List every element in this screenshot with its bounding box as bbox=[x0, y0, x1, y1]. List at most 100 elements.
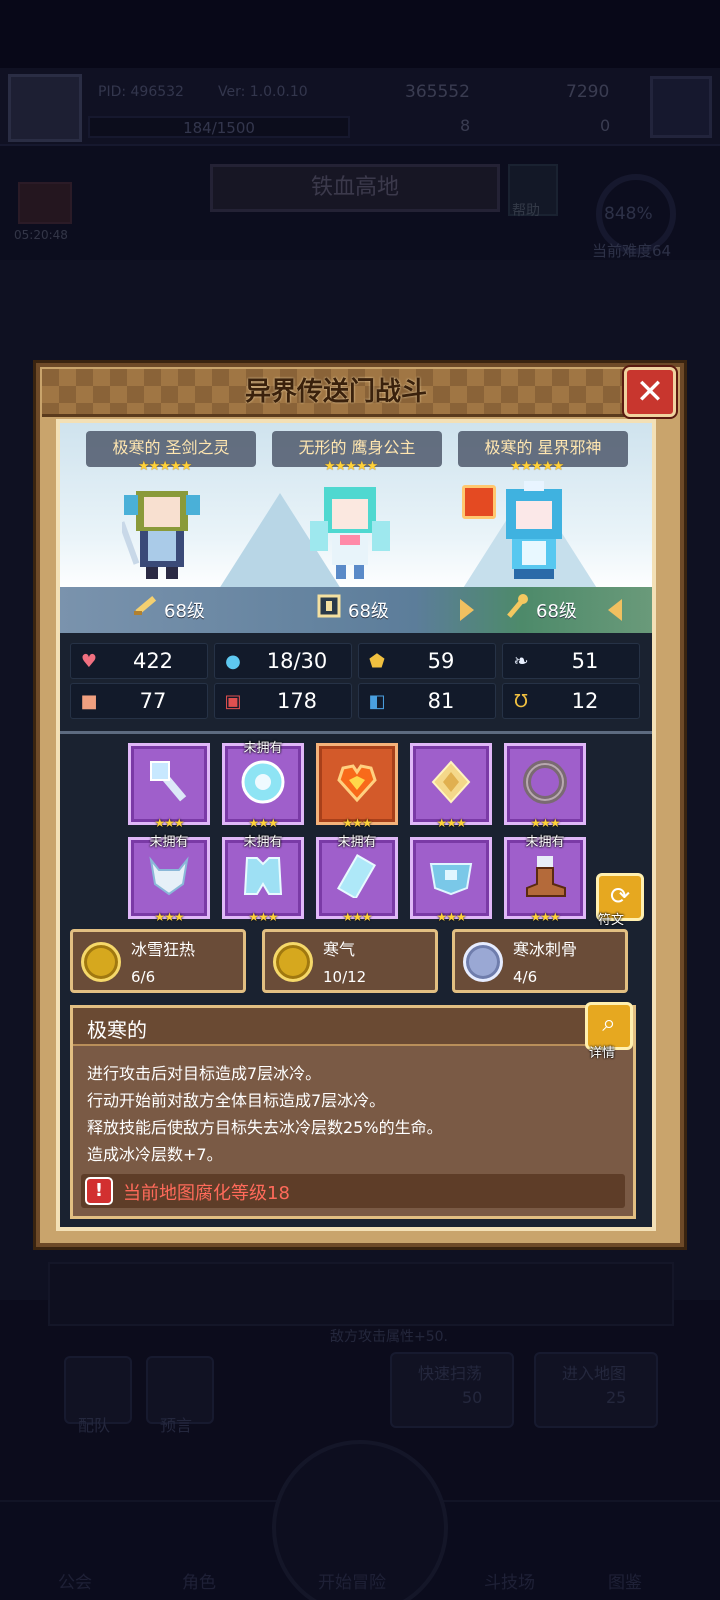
modal-title: 异界传送门战斗 bbox=[244, 377, 427, 407]
resource-key: 0 bbox=[600, 116, 611, 135]
nav-guild[interactable]: 公会 bbox=[58, 1568, 92, 1593]
enemy-stars-2: ★★★★★ bbox=[324, 459, 378, 474]
ice-belt-icon bbox=[429, 863, 473, 896]
fire-heart-amulet-icon bbox=[337, 764, 377, 803]
affix-title: 极寒的 bbox=[87, 1018, 147, 1042]
map-modifier-note: 敌方攻击属性+50. bbox=[330, 1329, 448, 1345]
prophecy-label: 预言 bbox=[160, 1416, 193, 1435]
enemy-level-2: 68级 bbox=[348, 601, 389, 622]
difficulty-label: 当前难度64 bbox=[592, 242, 672, 260]
help-label: 帮助 bbox=[512, 203, 540, 219]
currency-gem: 7290 bbox=[566, 82, 610, 102]
set-bonus-name: 寒气 bbox=[323, 940, 356, 959]
stat-speed-value: 51 bbox=[571, 649, 599, 673]
set-bonus-name: 寒冰刺骨 bbox=[513, 940, 578, 959]
affix-line-2: 行动开始前对敌方全体目标造成7层冰冷。 bbox=[87, 1091, 386, 1110]
equip-slot-1[interactable]: ★★★ bbox=[128, 743, 210, 830]
shield-icon bbox=[317, 594, 341, 618]
section-divider bbox=[60, 731, 652, 734]
stat-hp-value: 422 bbox=[132, 649, 174, 673]
stat-luck: Ʊ 12 bbox=[502, 683, 640, 719]
unowned-label: 未拥有 bbox=[525, 835, 565, 850]
nav-codex[interactable]: 图鉴 bbox=[608, 1568, 642, 1593]
mana-drop-icon: ● bbox=[225, 650, 241, 672]
close-x-icon: ✕ bbox=[635, 372, 665, 412]
exp-bar: 184/1500 bbox=[88, 116, 350, 138]
stat-defense-value: 59 bbox=[427, 649, 455, 673]
affix-panel: 极寒的 ⌕ 详情 进行攻击后对目标造成7层冰冷。 行动开始前对敌方全体目标造成7… bbox=[70, 1002, 636, 1219]
enemy-level-3: 68级 bbox=[536, 601, 577, 622]
unowned-label: 未拥有 bbox=[337, 835, 377, 850]
set-bonus-count: 10/12 bbox=[323, 968, 367, 986]
stat-mana-value: 18/30 bbox=[266, 649, 328, 673]
stat-hp: ♥ 422 bbox=[70, 643, 208, 679]
equip-stars: ★★★ bbox=[530, 816, 560, 830]
team-label: 配队 bbox=[78, 1416, 111, 1435]
set-bonus-name: 冰雪狂热 bbox=[131, 940, 196, 959]
modal-header: 异界传送门战斗 bbox=[42, 369, 630, 417]
golden-crystal-icon bbox=[431, 760, 471, 804]
set-bonus-1[interactable]: 冰雪狂热 6/6 bbox=[70, 929, 246, 993]
staff-icon bbox=[507, 594, 528, 618]
rune-label: 符文 bbox=[598, 913, 625, 928]
enemy-scene: 极寒的 圣剑之灵 ★★★★★ 无形的 鹰身公主 ★★★★★ 极寒的 星界邪神 ★… bbox=[60, 423, 652, 633]
exp-value: 184/1500 bbox=[183, 119, 255, 137]
equip-stars: ★★★ bbox=[342, 816, 372, 830]
rune-refresh-icon: ⟳ bbox=[609, 882, 631, 910]
stat-speed: ❧ 51 bbox=[502, 643, 640, 679]
equip-slot-4[interactable]: ★★★ bbox=[410, 743, 492, 830]
settings-gear-icon[interactable] bbox=[650, 76, 712, 138]
harpy-princess-sprite[interactable] bbox=[310, 481, 390, 581]
equip-stars: ★★★ bbox=[436, 816, 466, 830]
astral-evil-god-sprite[interactable] bbox=[494, 481, 574, 581]
player-id: PID: 496532 bbox=[98, 84, 184, 100]
skull-status-icon[interactable] bbox=[462, 485, 496, 519]
beast-helm-icon bbox=[149, 856, 189, 896]
equip-stars: ★★★ bbox=[154, 910, 184, 924]
stat-magic: ▣ 178 bbox=[214, 683, 352, 719]
unowned-label: 未拥有 bbox=[149, 835, 189, 850]
player-avatar[interactable] bbox=[8, 74, 82, 142]
unowned-label: 未拥有 bbox=[243, 741, 283, 756]
affix-line-4: 造成冰冷层数+7。 bbox=[87, 1145, 223, 1164]
version-label: Ver: 1.0.0.10 bbox=[218, 84, 308, 100]
set-bonus-2[interactable]: 寒气 10/12 bbox=[262, 929, 438, 993]
resource-clover: 8 bbox=[460, 116, 471, 135]
fist-icon: ■ bbox=[80, 690, 98, 712]
nav-arena[interactable]: 斗技场 bbox=[484, 1568, 535, 1593]
equip-stars: ★★★ bbox=[248, 910, 278, 924]
region-title: 铁血高地 bbox=[210, 164, 500, 212]
enemy-stars-3: ★★★★★ bbox=[510, 459, 564, 474]
shield-icon: ⬟ bbox=[369, 650, 385, 672]
event-timer: 05:20:48 bbox=[14, 228, 68, 242]
nav-start-adventure[interactable]: 开始冒险 bbox=[318, 1568, 386, 1593]
modal-content: 极寒的 圣剑之灵 ★★★★★ 无形的 鹰身公主 ★★★★★ 极寒的 星界邪神 ★… bbox=[56, 419, 656, 1231]
stat-luck-value: 12 bbox=[571, 689, 599, 713]
equip-slot-3[interactable]: ★★★ bbox=[316, 743, 398, 830]
gold-set-coin-icon bbox=[81, 942, 121, 982]
equip-slot-5[interactable]: ★★★ bbox=[504, 743, 586, 830]
quick-sweep-label: 快速扫荡 bbox=[418, 1364, 483, 1383]
stat-attack-value: 77 bbox=[139, 689, 167, 713]
enter-map-cost: 25 bbox=[606, 1388, 627, 1407]
stat-mana: ● 18/30 bbox=[214, 643, 352, 679]
holy-sword-spirit-sprite[interactable] bbox=[122, 481, 202, 581]
ice-orb-icon bbox=[241, 760, 285, 804]
set-bonus-3[interactable]: 寒冰刺骨 4/6 bbox=[452, 929, 628, 993]
portal-battle-modal: 异界传送门战斗 ✕ 极寒的 圣剑之灵 ★★★★★ 无形的 鹰身公主 ★★★★★ … bbox=[36, 363, 684, 1247]
heart-icon: ♥ bbox=[80, 650, 98, 672]
nav-character[interactable]: 角色 bbox=[182, 1568, 216, 1593]
wing-icon: ❧ bbox=[513, 650, 529, 672]
ice-staff-icon bbox=[150, 761, 187, 802]
close-button[interactable]: ✕ bbox=[624, 367, 676, 417]
equip-stars: ★★★ bbox=[436, 910, 466, 924]
gift-box-icon[interactable] bbox=[18, 182, 72, 224]
affix-line-3: 释放技能后使敌方目标失去冰冷层数25%的生命。 bbox=[87, 1118, 443, 1137]
stat-defense: ⬟ 59 bbox=[358, 643, 496, 679]
stat-resist: ◧ 81 bbox=[358, 683, 496, 719]
armor-icon: ◧ bbox=[368, 690, 386, 712]
equip-slot-9[interactable]: ★★★ bbox=[410, 837, 492, 924]
detail-label: 详情 bbox=[589, 1046, 616, 1061]
stat-resist-value: 81 bbox=[427, 689, 455, 713]
equip-stars: ★★★ bbox=[248, 816, 278, 830]
